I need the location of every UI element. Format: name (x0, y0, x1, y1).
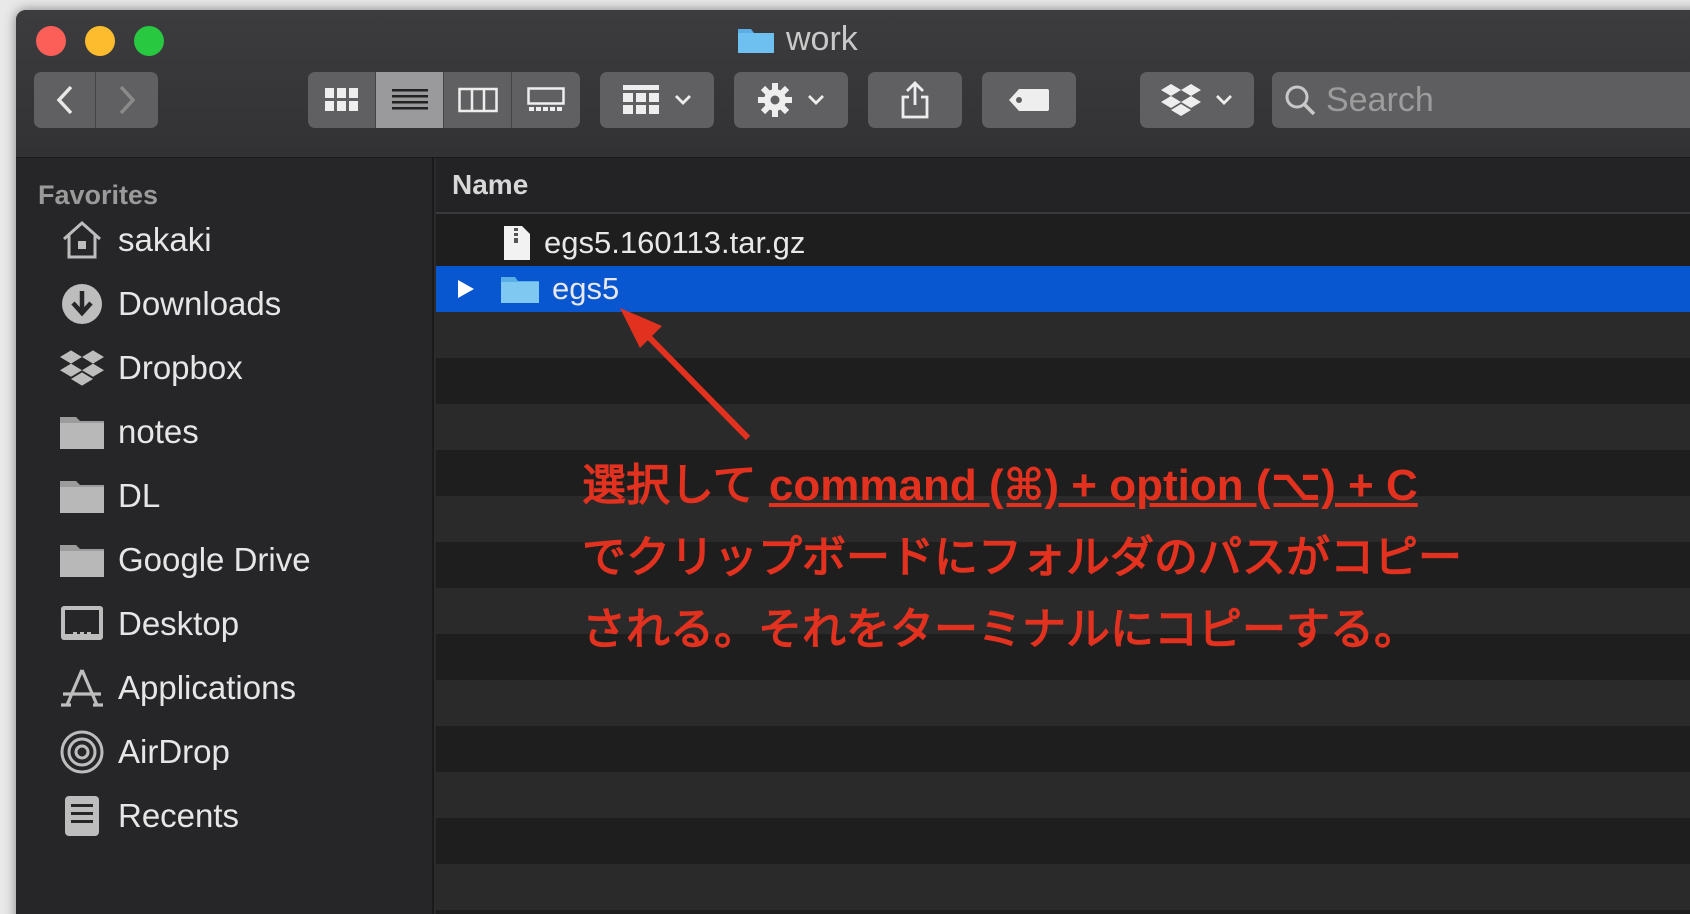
applications-icon (58, 664, 106, 712)
folder-icon (58, 408, 106, 456)
icon-view-icon (324, 88, 358, 111)
window-title-text: work (786, 19, 858, 58)
view-mode-group (308, 72, 580, 128)
search-field[interactable]: Search (1272, 72, 1690, 128)
minimize-button[interactable] (85, 26, 115, 56)
dropbox-button[interactable] (1140, 72, 1254, 128)
file-row[interactable]: egs5.160113.tar.gz (436, 220, 1690, 266)
titlebar: work Search (16, 10, 1690, 158)
empty-row (436, 680, 1690, 726)
list-view-button[interactable] (376, 72, 444, 128)
sidebar-item-label: Applications (118, 669, 296, 706)
column-view-icon (457, 87, 498, 113)
sidebar: Favorites sakaki Downloads Dropbox notes (16, 158, 434, 914)
gear-icon (758, 83, 792, 117)
download-icon (58, 280, 106, 328)
annotation-arrow (620, 308, 751, 441)
sidebar-item-label: Google Drive (118, 541, 311, 578)
forward-button[interactable] (96, 72, 158, 128)
sidebar-item-label: Desktop (118, 605, 240, 642)
sidebar-item-label: DL (118, 477, 161, 514)
home-icon (58, 216, 106, 264)
sidebar-item-sakaki[interactable]: sakaki (58, 212, 212, 268)
action-button[interactable] (734, 72, 848, 128)
share-icon (901, 81, 929, 119)
annotation-shortcut: command (⌘) + option (⌥) + C (768, 461, 1418, 510)
archive-file-icon (504, 226, 530, 260)
sidebar-item-label: sakaki (118, 221, 212, 258)
search-icon (1285, 85, 1316, 116)
column-view-button[interactable] (444, 72, 512, 128)
sidebar-item-notes[interactable]: notes (58, 404, 199, 460)
empty-row (436, 772, 1690, 818)
icon-view-button[interactable] (308, 72, 376, 128)
sidebar-item-applications[interactable]: Applications (58, 660, 296, 716)
sidebar-item-label: AirDrop (118, 733, 230, 770)
sidebar-item-label: Recents (118, 797, 240, 834)
chevron-left-icon (56, 85, 72, 115)
chevron-right-icon (119, 85, 136, 115)
sidebar-item-label: Dropbox (118, 349, 243, 386)
empty-row (436, 864, 1690, 910)
sidebar-item-dropbox[interactable]: Dropbox (58, 340, 243, 396)
sidebar-item-desktop[interactable]: Desktop (58, 596, 239, 652)
annotation-prefix: 選択して (582, 461, 769, 510)
empty-row (436, 818, 1690, 864)
dropbox-icon (58, 344, 106, 392)
dropbox-icon (1161, 84, 1201, 116)
annotation-line-2: でクリップボードにフォルダのパスがコピー (582, 533, 1462, 582)
sidebar-item-label: Downloads (118, 285, 282, 322)
folder-icon (738, 29, 774, 53)
folder-icon (501, 277, 539, 303)
file-name: egs5.160113.tar.gz (544, 225, 806, 260)
column-header-label: Name (452, 169, 529, 200)
sidebar-heading: Favorites (38, 180, 159, 210)
annotation-line-3: される。それをターミナルにコピーする。 (582, 605, 1418, 654)
chevron-down-icon (808, 95, 824, 105)
chevron-down-icon (1216, 95, 1232, 105)
annotation-text: 選択して command (⌘) + option (⌥) + C でクリップボ… (582, 450, 1462, 666)
back-button[interactable] (34, 72, 96, 128)
sidebar-item-google-drive[interactable]: Google Drive (58, 532, 311, 588)
annotation-line-1: 選択して command (⌘) + option (⌥) + C (582, 450, 1462, 522)
tags-button[interactable] (982, 72, 1076, 128)
chevron-down-icon (675, 95, 691, 105)
gallery-view-icon (527, 87, 565, 111)
group-by-button[interactable] (600, 72, 714, 128)
sidebar-item-label: notes (118, 413, 199, 450)
share-button[interactable] (868, 72, 962, 128)
name-column-header[interactable]: Name (436, 158, 1690, 214)
gallery-view-button[interactable] (512, 72, 580, 128)
sidebar-item-downloads[interactable]: Downloads (58, 276, 281, 332)
folder-icon (58, 472, 106, 520)
folder-icon (58, 536, 106, 584)
empty-row (436, 726, 1690, 772)
sidebar-item-recents[interactable]: Recents (58, 788, 239, 844)
airdrop-icon (58, 728, 106, 776)
zoom-button[interactable] (134, 26, 164, 56)
disclosure-triangle-icon[interactable] (456, 278, 476, 300)
group-icon (623, 85, 659, 114)
search-placeholder: Search (1326, 80, 1434, 119)
list-view-icon (391, 89, 428, 110)
sidebar-item-airdrop[interactable]: AirDrop (58, 724, 230, 780)
tag-icon (1009, 89, 1049, 111)
desktop-icon (58, 600, 106, 648)
navigation-group (34, 72, 158, 128)
close-button[interactable] (36, 26, 66, 56)
recents-icon (58, 792, 106, 840)
sidebar-item-dl[interactable]: DL (58, 468, 160, 524)
window-title: work (736, 19, 858, 58)
